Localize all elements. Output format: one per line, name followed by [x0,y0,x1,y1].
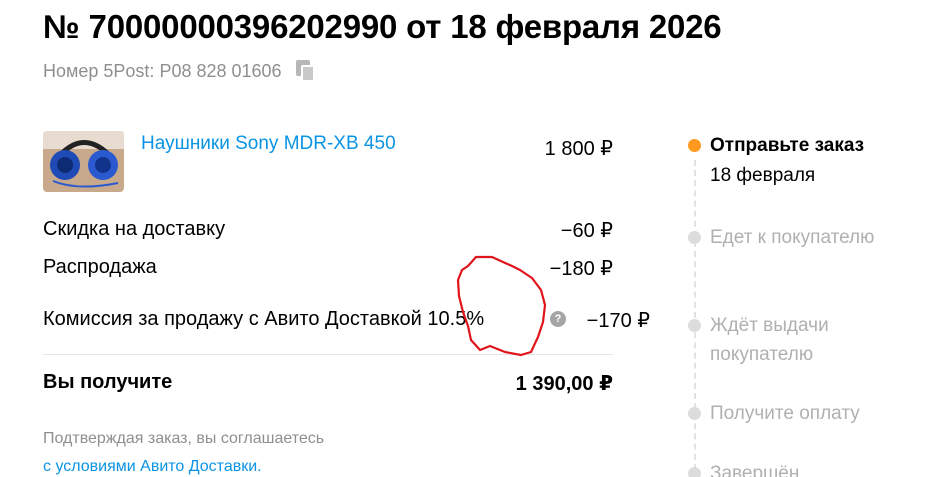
tracking-number: Номер 5Post: P08 828 01606 [43,60,316,82]
discount-delivery-value: −60 ₽ [560,220,613,242]
total-value: 1 390,00 ₽ [515,373,613,395]
product-price: 1 800 ₽ [544,138,613,160]
product-link[interactable]: Наушники Sony MDR-XB 450 [141,133,396,155]
step-dot-active [688,139,701,152]
agreement-text: Подтверждая заказ, вы соглашаетесь с усл… [43,425,324,477]
step-get-payment: Получите оплату [710,403,860,424]
step-dot [688,231,701,244]
step-dot [688,407,701,420]
step-send-order-date: 18 февраля [710,165,816,186]
step-dot [688,467,701,477]
step-in-transit: Едет к покупателю [710,227,875,248]
order-title: № 70000000396202990 от 18 февраля 2026 [43,8,722,45]
agreement-line: Подтверждая заказ, вы соглашаетесь [43,430,325,447]
delivery-terms-link[interactable]: с условиями Авито Доставки. [43,458,262,475]
sale-label: Распродажа [43,256,157,278]
question-circle-icon[interactable]: ? [550,311,566,327]
product-thumbnail[interactable] [43,131,124,192]
commission-value: −170 ₽ [586,310,650,332]
step-awaiting-pickup: Ждёт выдачи покупателю [710,315,829,365]
step-dot [688,319,701,332]
discount-delivery-label: Скидка на доставку [43,218,226,240]
total-label: Вы получите [43,371,173,393]
step-completed: Завершён [710,463,800,477]
commission-label: Комиссия за продажу с Авито Доставкой 10… [43,308,485,330]
sale-value: −180 ₽ [549,258,613,280]
divider [43,354,613,355]
copy-icon[interactable] [295,60,316,82]
tracking-label: Номер 5Post: P08 828 01606 [43,60,282,81]
step-send-order: Отправьте заказ [710,135,865,156]
